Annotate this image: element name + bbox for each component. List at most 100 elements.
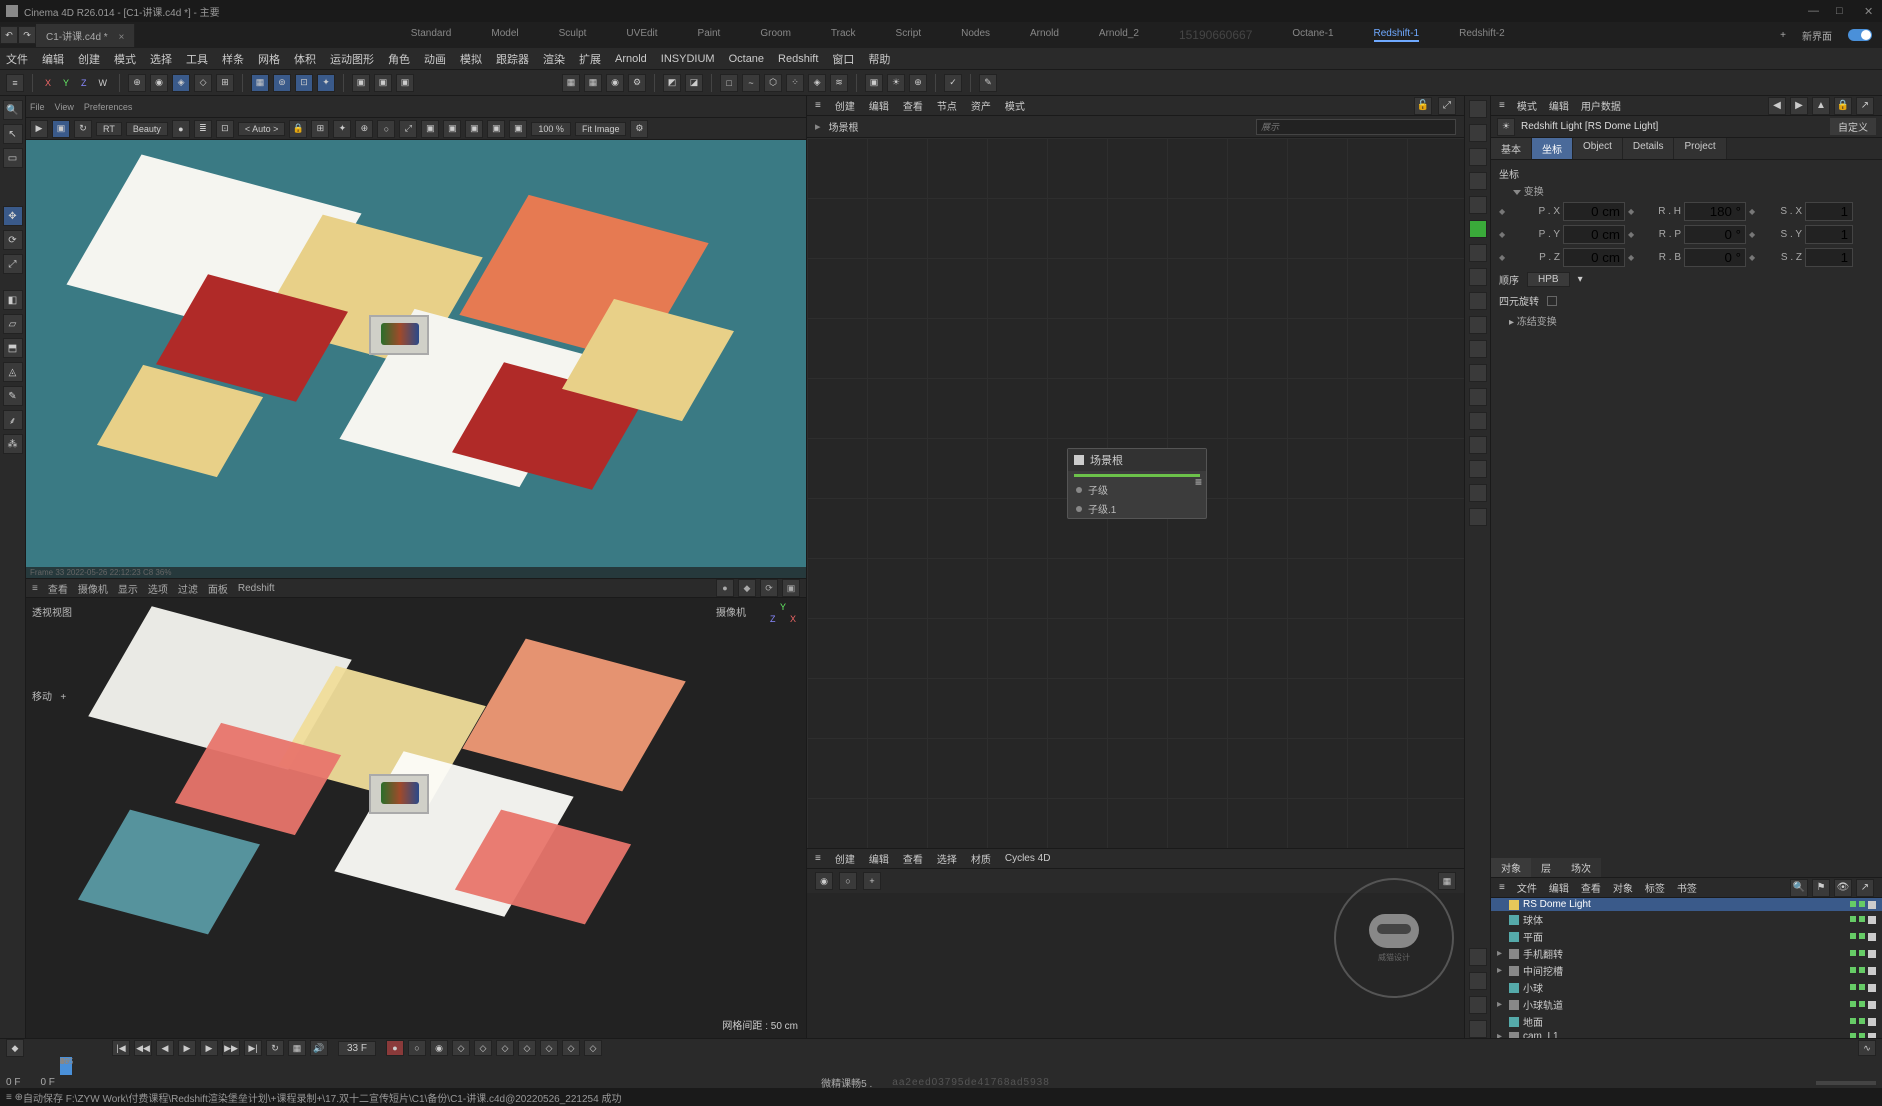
layout-tab-octane-1[interactable]: Octane-1: [1292, 28, 1333, 42]
light-icon[interactable]: ☀: [887, 74, 905, 92]
menu-Octane[interactable]: Octane: [729, 53, 764, 65]
ri-bulb-icon[interactable]: [1469, 268, 1487, 286]
scale-z-input[interactable]: [1805, 248, 1853, 267]
gen-icon[interactable]: ⬡: [764, 74, 782, 92]
tl-k6-button[interactable]: ◇: [562, 1040, 580, 1056]
region-icon[interactable]: ▣: [374, 74, 392, 92]
tl-k2-button[interactable]: ◇: [474, 1040, 492, 1056]
snap2-icon[interactable]: ◇: [194, 74, 212, 92]
attr-tab-Details[interactable]: Details: [1623, 138, 1675, 159]
render-viewport[interactable]: Frame 33 2022-05-26 22:12:23 C8 36%: [26, 140, 806, 578]
om-pop-icon[interactable]: ↗: [1856, 879, 1874, 897]
pos-y-input[interactable]: [1563, 225, 1625, 244]
ri-b3-icon[interactable]: [1469, 996, 1487, 1014]
freeze-section[interactable]: ▸ 冻结变换: [1509, 313, 1874, 328]
ri-cam1-icon[interactable]: [1469, 436, 1487, 454]
tl-loop-button[interactable]: ↻: [266, 1040, 284, 1056]
ri-sphere-icon[interactable]: [1469, 340, 1487, 358]
vp-d-icon[interactable]: ▣: [782, 579, 800, 597]
attr-back-icon[interactable]: ◀: [1768, 97, 1786, 115]
layout-toggle[interactable]: [1848, 29, 1872, 41]
object-row-地面[interactable]: 地面: [1491, 1013, 1882, 1030]
rv-fit-icon[interactable]: ▣: [421, 120, 439, 138]
layout-tab-sculpt[interactable]: Sculpt: [559, 28, 587, 42]
rot-h-input[interactable]: [1684, 202, 1746, 221]
field-icon[interactable]: ◈: [808, 74, 826, 92]
menu-渲染[interactable]: 渲染: [543, 51, 565, 67]
om-menu-文件[interactable]: 文件: [1517, 880, 1537, 895]
extrude-icon[interactable]: ⬒: [3, 338, 23, 358]
mat-add-icon[interactable]: +: [863, 872, 881, 890]
menu-跟踪器[interactable]: 跟踪器: [496, 51, 529, 67]
om-menu-书签[interactable]: 书签: [1677, 880, 1697, 895]
layout-tab-standard[interactable]: Standard: [411, 28, 452, 42]
edit-icon[interactable]: ✎: [979, 74, 997, 92]
clapper-icon[interactable]: ▦: [562, 74, 580, 92]
undo-button[interactable]: ↶: [0, 26, 18, 44]
document-tab[interactable]: C1-讲课.c4d * ×: [36, 24, 135, 47]
move-icon[interactable]: ✥: [3, 206, 23, 226]
node-port-1[interactable]: 子级: [1068, 480, 1206, 499]
layout-tab-uvedit[interactable]: UVEdit: [626, 28, 657, 42]
cam-icon[interactable]: ▣: [865, 74, 883, 92]
locator-icon[interactable]: ✦: [317, 74, 335, 92]
mat-eye-icon[interactable]: ◉: [815, 872, 833, 890]
ri-circle-icon[interactable]: [1469, 388, 1487, 406]
vp-menu-Redshift[interactable]: Redshift: [238, 583, 275, 594]
range-end-field[interactable]: 0 F: [40, 1077, 54, 1088]
rect-select-icon[interactable]: ▭: [3, 148, 23, 168]
menu-窗口[interactable]: 窗口: [832, 51, 854, 67]
tl-autokey-button[interactable]: ○: [408, 1040, 426, 1056]
om-menu-查看[interactable]: 查看: [1581, 880, 1601, 895]
rv-d-icon[interactable]: ▣: [509, 120, 527, 138]
current-frame-field[interactable]: 33 F: [338, 1041, 376, 1056]
ri-refresh-icon[interactable]: [1469, 172, 1487, 190]
rv-bucket-icon[interactable]: ▣: [52, 120, 70, 138]
object-row-小球[interactable]: 小球: [1491, 979, 1882, 996]
rot-b-input[interactable]: [1684, 248, 1746, 267]
rv-crop-icon[interactable]: ⊡: [216, 120, 234, 138]
object-row-球体[interactable]: 球体: [1491, 911, 1882, 928]
object-row-cam_L1[interactable]: ▸cam_L1: [1491, 1030, 1882, 1038]
vp-menu-面板[interactable]: 面板: [208, 581, 228, 596]
mat-menu-创建[interactable]: 创建: [835, 851, 855, 866]
gear-icon[interactable]: ⚙: [628, 74, 646, 92]
ri-cloud-icon[interactable]: [1469, 292, 1487, 310]
mat-menu-材质[interactable]: 材质: [971, 851, 991, 866]
rv-fitimg-select[interactable]: Fit Image: [575, 122, 627, 136]
om-menu-编辑[interactable]: 编辑: [1549, 880, 1569, 895]
coords-subtitle[interactable]: 变换: [1509, 183, 1874, 198]
menu-选择[interactable]: 选择: [150, 51, 172, 67]
node-menu-创建[interactable]: 创建: [835, 98, 855, 113]
attr-tab-坐标[interactable]: 坐标: [1532, 138, 1573, 159]
perspective-viewport[interactable]: 透视视图 摄像机 YXZ 移动 + 网格间距 : 50 cm: [26, 598, 806, 1038]
clapper2-icon[interactable]: ▦: [584, 74, 602, 92]
om-tab-对象[interactable]: 对象: [1491, 858, 1531, 877]
axis-gizmo[interactable]: YXZ: [770, 602, 800, 632]
node-canvas[interactable]: 场景根 ≡ 子级 子级.1: [807, 138, 1464, 848]
attr-edit[interactable]: 编辑: [1549, 98, 1569, 113]
scale-tool-icon[interactable]: ⊡: [295, 74, 313, 92]
vp-menu-摄像机[interactable]: 摄像机: [78, 581, 108, 596]
attr-pop-icon[interactable]: ↗: [1856, 97, 1874, 115]
om-tab-层[interactable]: 层: [1531, 858, 1561, 877]
deform-icon[interactable]: ≋: [830, 74, 848, 92]
prim2-icon[interactable]: ◪: [685, 74, 703, 92]
minimize-button[interactable]: —: [1808, 5, 1820, 17]
tl-curve-button[interactable]: ∿: [1858, 1040, 1876, 1056]
menu-编辑[interactable]: 编辑: [42, 51, 64, 67]
tl-slider[interactable]: [1816, 1081, 1876, 1085]
snap-icon[interactable]: ◈: [172, 74, 190, 92]
rv-file[interactable]: File: [30, 102, 45, 112]
menu-工具[interactable]: 工具: [186, 51, 208, 67]
prim-icon[interactable]: ◩: [663, 74, 681, 92]
menu-帮助[interactable]: 帮助: [868, 51, 890, 67]
tl-range-button[interactable]: ▦: [288, 1040, 306, 1056]
ri-b1-icon[interactable]: [1469, 948, 1487, 966]
rv-expand-icon[interactable]: ⤢: [399, 120, 417, 138]
attr-lock-icon[interactable]: 🔒: [1834, 97, 1852, 115]
mat-menu-选择[interactable]: 选择: [937, 851, 957, 866]
rv-refresh-icon[interactable]: ↻: [74, 120, 92, 138]
layout-tab-arnold[interactable]: Arnold: [1030, 28, 1059, 42]
redo-button[interactable]: ↷: [18, 26, 36, 44]
